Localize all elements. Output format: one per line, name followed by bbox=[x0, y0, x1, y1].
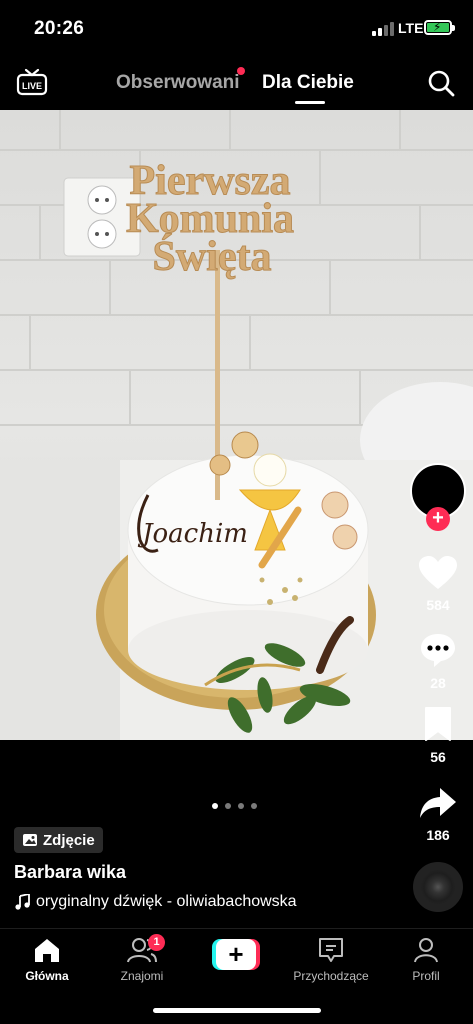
status-bar: 20:26 LTE ⚡ bbox=[0, 0, 473, 56]
top-nav: LIVE Obserwowani Dla Ciebie bbox=[0, 56, 473, 110]
carousel-dot bbox=[251, 803, 257, 809]
share-arrow-icon bbox=[420, 788, 456, 818]
carousel-dot bbox=[225, 803, 231, 809]
music-note-icon bbox=[15, 894, 30, 910]
inbox-icon bbox=[319, 938, 343, 962]
share-button[interactable]: 186 bbox=[408, 786, 468, 843]
comment-button[interactable]: 28 bbox=[408, 632, 468, 691]
topper-line-3: Święta bbox=[153, 233, 272, 280]
heart-icon bbox=[419, 556, 457, 589]
status-time: 20:26 bbox=[34, 18, 85, 39]
nav-inbox-label: Przychodzące bbox=[293, 969, 369, 983]
nav-inbox[interactable]: Przychodzące bbox=[286, 937, 376, 983]
save-count: 56 bbox=[430, 749, 446, 765]
bookmark-icon bbox=[425, 707, 451, 741]
nav-profile[interactable]: Profil bbox=[381, 937, 471, 983]
photo-type-tag: Zdjęcie bbox=[14, 827, 103, 853]
plus-icon[interactable]: + bbox=[426, 507, 450, 531]
tab-for-you[interactable]: Dla Ciebie bbox=[262, 72, 354, 94]
cake-script: Joachim bbox=[137, 519, 248, 549]
carousel-indicator bbox=[212, 796, 264, 809]
photo-icon bbox=[23, 834, 37, 846]
sound-name: oryginalny dźwięk - oliwiabachowska bbox=[36, 893, 297, 910]
profile-icon bbox=[414, 938, 438, 963]
cake-photo-illustration: Pierwsza Komunia Święta Joachim bbox=[0, 110, 473, 740]
photo-tag-label: Zdjęcie bbox=[43, 831, 95, 849]
nav-friends[interactable]: 1 Znajomi bbox=[97, 934, 187, 983]
friends-badge: 1 bbox=[148, 934, 165, 951]
author-username[interactable]: Barbara wika bbox=[14, 862, 126, 883]
live-label: LIVE bbox=[22, 81, 42, 91]
nav-home[interactable]: Główna bbox=[2, 937, 92, 983]
create-plus-icon: + bbox=[216, 939, 256, 970]
like-count: 584 bbox=[426, 597, 450, 613]
create-button[interactable]: + bbox=[212, 939, 260, 970]
cellular-signal-icon bbox=[372, 22, 394, 36]
like-button[interactable]: 584 bbox=[408, 556, 468, 613]
home-icon bbox=[35, 939, 59, 962]
comment-count: 28 bbox=[430, 675, 446, 691]
nav-friends-label: Znajomi bbox=[120, 969, 164, 983]
search-icon[interactable] bbox=[427, 69, 455, 97]
live-tv-icon[interactable]: LIVE bbox=[16, 68, 48, 96]
active-tab-indicator bbox=[295, 101, 325, 104]
battery-icon: ⚡ bbox=[424, 20, 455, 35]
notification-dot bbox=[237, 67, 245, 75]
post-photo[interactable]: Pierwsza Komunia Święta Joachim bbox=[0, 110, 473, 740]
nav-home-label: Główna bbox=[25, 969, 69, 983]
nav-profile-label: Profil bbox=[412, 969, 440, 983]
author-avatar-wrap: + bbox=[410, 463, 466, 531]
comment-icon bbox=[421, 634, 455, 667]
save-button[interactable]: 56 bbox=[408, 706, 468, 765]
music-disc-icon[interactable] bbox=[413, 862, 463, 912]
carousel-dot bbox=[238, 803, 244, 809]
network-type: LTE bbox=[398, 20, 424, 36]
tab-following[interactable]: Obserwowani bbox=[116, 72, 240, 94]
sound-link[interactable]: oryginalny dźwięk - oliwiabachowska bbox=[14, 893, 297, 911]
share-count: 186 bbox=[426, 827, 450, 843]
home-indicator bbox=[153, 1008, 321, 1013]
carousel-dot bbox=[212, 803, 218, 809]
